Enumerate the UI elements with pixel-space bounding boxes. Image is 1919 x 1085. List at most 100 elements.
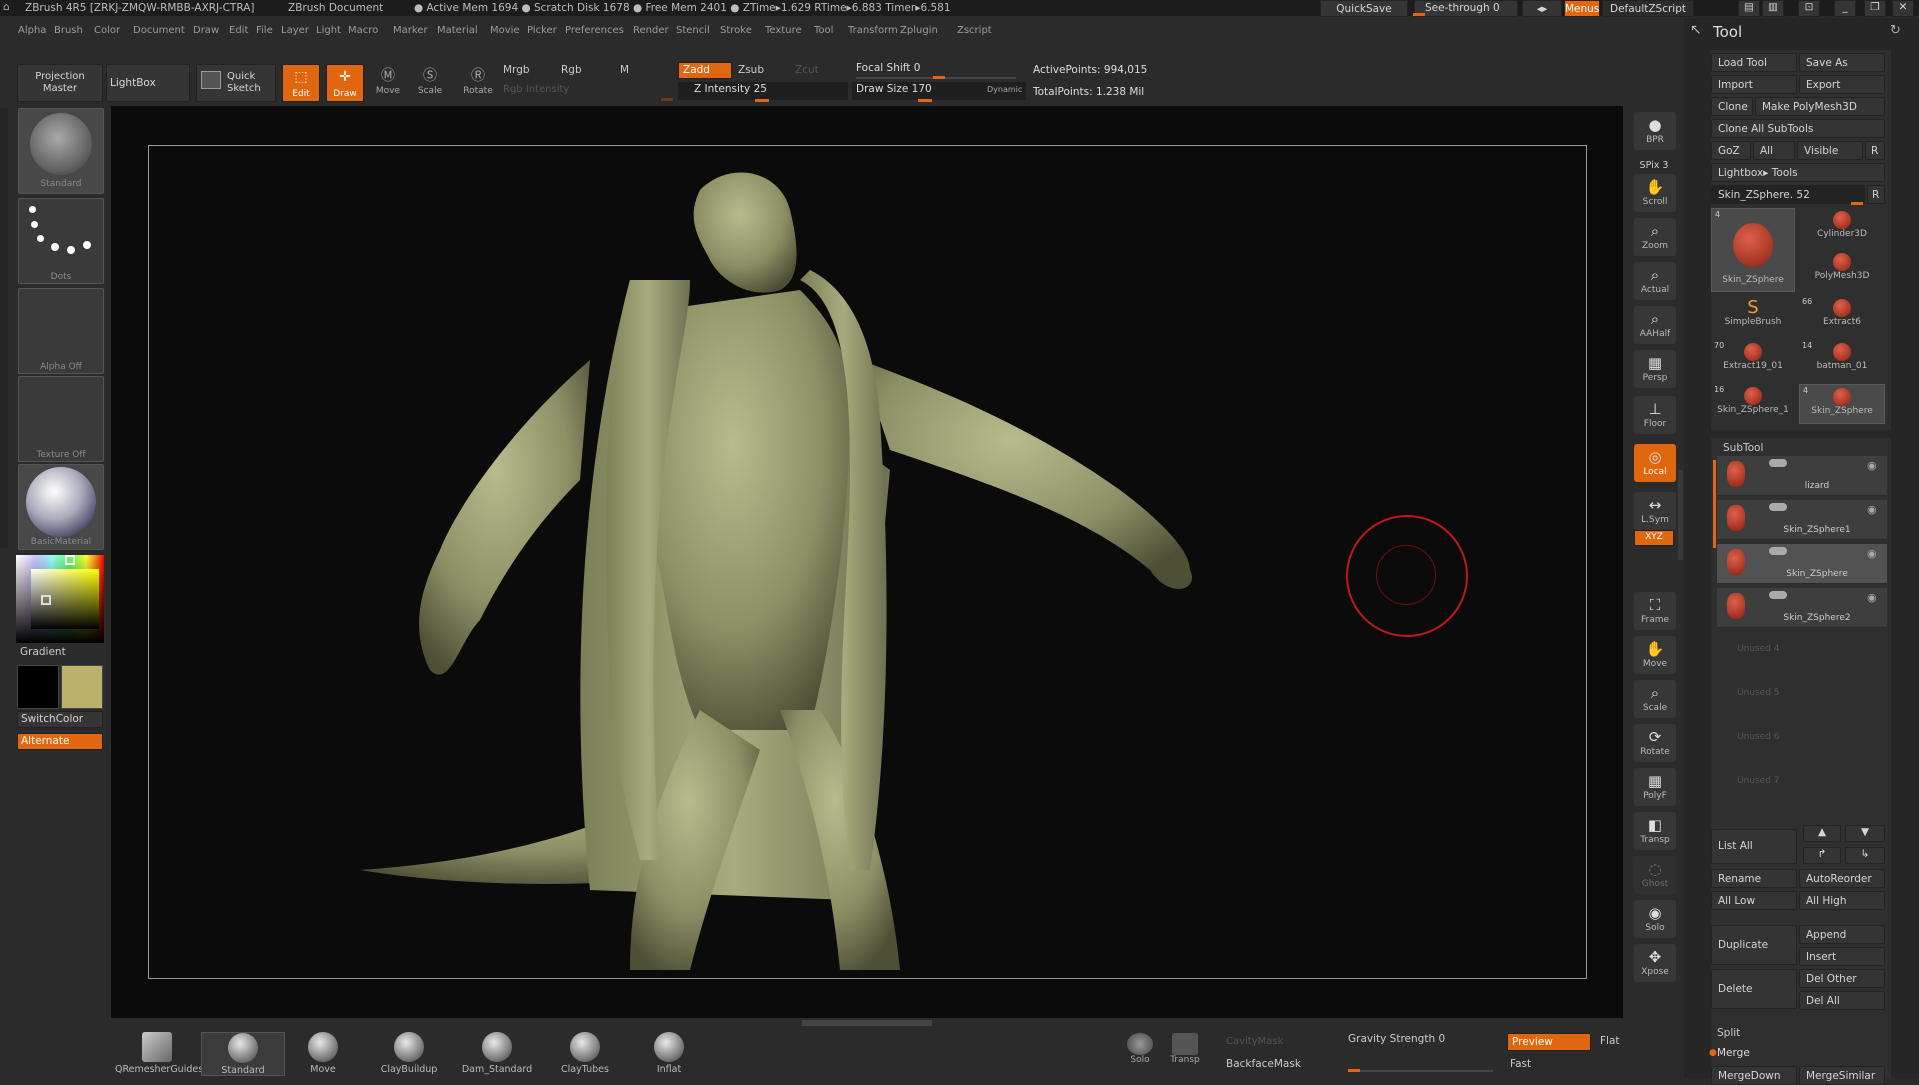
menu-light[interactable]: Light: [316, 25, 341, 36]
move-mode-button[interactable]: Ⓜ Move: [370, 64, 406, 102]
all-high-button[interactable]: All High: [1799, 891, 1885, 910]
edit-mode-button[interactable]: ⬚ Edit: [282, 64, 320, 102]
gradient-toggle[interactable]: Gradient: [20, 646, 66, 658]
subtool-item[interactable]: ◉ lizard: [1717, 456, 1887, 496]
menu-stencil[interactable]: Stencil: [676, 25, 710, 36]
main-color-swatch[interactable]: [61, 665, 103, 709]
move-top-icon[interactable]: ↱: [1803, 847, 1841, 864]
brush-dam_standard[interactable]: Dam_Standard: [455, 1032, 539, 1076]
layout-icon[interactable]: ▤: [1738, 0, 1760, 17]
rgb-intensity-slider[interactable]: Rgb Intensity: [503, 84, 673, 99]
tool-r-button[interactable]: R: [1867, 185, 1885, 204]
menu-arrows-button[interactable]: ◂▸: [1522, 0, 1562, 17]
delete-button[interactable]: Delete: [1711, 969, 1797, 1009]
floor-button[interactable]: ⊥ Floor: [1634, 396, 1676, 434]
import-button[interactable]: Import: [1711, 75, 1797, 94]
tool-thumb[interactable]: Extract6 66: [1799, 296, 1885, 336]
load-tool-button[interactable]: Load Tool: [1711, 53, 1797, 72]
alpha-selector[interactable]: Alpha Off: [18, 288, 104, 374]
list-all-button[interactable]: List All: [1711, 829, 1797, 864]
gravity-strength-slider[interactable]: Gravity Strength 0: [1348, 1033, 1493, 1051]
menu-render[interactable]: Render: [633, 25, 669, 36]
visibility-eye-icon[interactable]: ◉: [1867, 547, 1877, 560]
texture-selector[interactable]: Texture Off: [18, 376, 104, 462]
all-low-button[interactable]: All Low: [1711, 891, 1797, 910]
tool-panel-scrollbar[interactable]: [1678, 470, 1683, 560]
brush-standard[interactable]: Standard: [201, 1032, 285, 1076]
brush-claytubes[interactable]: ClayTubes: [543, 1032, 627, 1076]
menu-material[interactable]: Material: [437, 25, 478, 36]
frame-button[interactable]: ⛶ Frame: [1634, 592, 1676, 630]
bpr-button[interactable]: ● BPR: [1634, 112, 1676, 150]
tool-thumb[interactable]: Extract19_01 70: [1711, 340, 1795, 380]
brush-move[interactable]: Move: [281, 1032, 365, 1076]
lightbox-tools-button[interactable]: Lightbox▸ Tools: [1711, 163, 1885, 182]
maximize-icon[interactable]: ❐: [1864, 0, 1886, 17]
aahalf-button[interactable]: ⌕ AAHalf: [1634, 306, 1676, 344]
zsub-button[interactable]: Zsub: [738, 64, 788, 79]
persp-button[interactable]: ▦ Persp: [1634, 350, 1676, 388]
save-as-button[interactable]: Save As: [1799, 53, 1885, 72]
rgb-toggle[interactable]: Rgb: [561, 64, 601, 79]
material-selector[interactable]: BasicMaterial: [18, 464, 104, 550]
brush-selector[interactable]: Standard: [18, 108, 104, 194]
local-button[interactable]: ◎ Local: [1634, 444, 1676, 482]
tool-thumb[interactable]: PolyMesh3D: [1799, 250, 1885, 290]
clone-all-subtools-button[interactable]: Clone All SubTools: [1711, 119, 1885, 138]
export-button[interactable]: Export: [1799, 75, 1885, 94]
menu-brush[interactable]: Brush: [54, 25, 83, 36]
tool-thumb[interactable]: Skin_ZSphere 4: [1799, 384, 1885, 424]
projection-master-button[interactable]: Projection Master: [17, 64, 103, 102]
spix-slider[interactable]: SPix 3: [1634, 160, 1674, 171]
menu-alpha[interactable]: Alpha: [18, 25, 46, 36]
actual-button[interactable]: ⌕ Actual: [1634, 262, 1676, 300]
append-button[interactable]: Append: [1799, 925, 1885, 944]
menu-macro[interactable]: Macro: [348, 25, 378, 36]
insert-button[interactable]: Insert: [1799, 947, 1885, 966]
lock-icon[interactable]: ⊡: [1798, 0, 1820, 17]
current-tool-slider[interactable]: Skin_ZSphere. 52: [1711, 185, 1865, 204]
see-through-slider[interactable]: See-through 0: [1414, 0, 1518, 17]
lizard-model[interactable]: [330, 170, 1290, 980]
xpose-button[interactable]: ✥ Xpose: [1634, 944, 1676, 982]
bottom-tray-handle[interactable]: [802, 1020, 932, 1026]
menu-color[interactable]: Color: [94, 25, 120, 36]
polypaint-toggle-icon[interactable]: [1769, 547, 1787, 555]
flat-button[interactable]: Flat: [1600, 1035, 1620, 1047]
menu-edit[interactable]: Edit: [229, 25, 248, 36]
merge-section[interactable]: Merge: [1717, 1047, 1750, 1059]
menu-marker[interactable]: Marker: [393, 25, 428, 36]
goz-visible-button[interactable]: Visible: [1797, 141, 1863, 160]
subtool-item[interactable]: ◉ Skin_ZSphere1: [1717, 500, 1887, 540]
quicksave-button[interactable]: QuickSave: [1320, 0, 1408, 17]
menu-file[interactable]: File: [256, 25, 273, 36]
menu-zscript[interactable]: Zscript: [957, 25, 992, 36]
transp-button[interactable]: ◧ Transp: [1634, 812, 1676, 850]
menu-texture[interactable]: Texture: [765, 25, 802, 36]
zoom-button[interactable]: ⌕ Zoom: [1634, 218, 1676, 256]
del-other-button[interactable]: Del Other: [1799, 969, 1885, 988]
zadd-button[interactable]: Zadd: [678, 62, 732, 79]
brush-inflat[interactable]: Inflat: [627, 1032, 711, 1076]
lsym-button[interactable]: ↔ L.Sym: [1634, 492, 1676, 530]
goz-r-button[interactable]: R: [1865, 141, 1885, 160]
menu-zplugin[interactable]: Zplugin: [900, 25, 938, 36]
backface-mask-toggle[interactable]: BackfaceMask: [1226, 1058, 1301, 1070]
menu-movie[interactable]: Movie: [490, 25, 520, 36]
move-up-icon[interactable]: ▲: [1803, 825, 1841, 842]
split-section[interactable]: Split: [1717, 1027, 1740, 1039]
solo-button[interactable]: Solo: [1122, 1033, 1158, 1065]
rotate-mode-button[interactable]: Ⓡ Rotate: [458, 64, 498, 102]
make-polymesh3d-button[interactable]: Make PolyMesh3D: [1755, 97, 1885, 116]
menus-toggle[interactable]: Menus: [1564, 0, 1600, 17]
refresh-icon[interactable]: ↻: [1890, 23, 1901, 38]
tool-thumb[interactable]: Skin_ZSphere 4: [1711, 208, 1795, 292]
xyz-button[interactable]: XYZ: [1634, 530, 1674, 546]
tool-thumb[interactable]: batman_01 14: [1799, 340, 1885, 380]
mergedown-button[interactable]: MergeDown: [1711, 1066, 1797, 1085]
subtool-item[interactable]: ◉ Skin_ZSphere: [1717, 544, 1887, 584]
brush-claybuildup[interactable]: ClayBuildup: [367, 1032, 451, 1076]
polypaint-toggle-icon[interactable]: [1769, 503, 1787, 511]
polypaint-toggle-icon[interactable]: [1769, 459, 1787, 467]
visibility-eye-icon[interactable]: ◉: [1867, 591, 1877, 604]
